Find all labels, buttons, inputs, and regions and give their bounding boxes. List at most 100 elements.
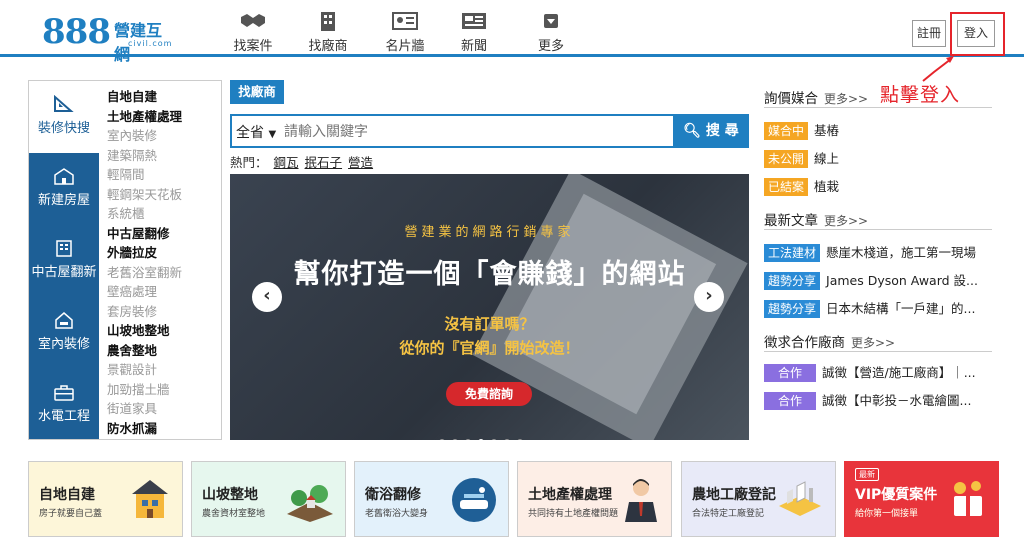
region-select-value: 全省 [236,125,264,141]
category-link[interactable]: 防水抓漏 [107,419,217,439]
carousel-dot[interactable] [465,439,471,440]
carousel-dot[interactable] [517,439,523,440]
category-link[interactable]: 系統櫃 [107,204,217,224]
category-link[interactable]: 室內裝修 [107,126,217,146]
handshake-icon [241,14,265,27]
category-link[interactable]: 輕隔間 [107,165,217,185]
tab-renovation[interactable]: 中古屋翻新 [29,225,99,297]
card-subtitle: 農舍資材室整地 [202,509,266,519]
keyword-input[interactable] [284,116,664,146]
tab-label: 裝修快搜 [37,121,90,136]
region-select[interactable]: 全省 ▼ [236,122,276,142]
hot-keyword-link[interactable]: 營造 [348,155,373,170]
tab-label: 室內裝修 [37,337,90,352]
card-title: 自地自建 [39,487,95,503]
nav-more[interactable]: 更多 [516,8,586,54]
carousel-dot[interactable] [439,439,445,440]
status-badge: 未公開 [764,150,809,168]
id-card-icon [392,12,418,30]
category-link[interactable]: 景觀設計 [107,360,217,380]
hot-keyword-link[interactable]: 鋼瓦 [274,155,299,170]
site-header: 888 營建互網 civil.com 找案件 找廠商 名片牆 新聞 更多 註冊 … [0,0,1024,64]
category-link[interactable]: 街道家具 [107,399,217,419]
dropdown-box-icon [544,14,558,28]
section-title: 徵求合作廠商 [764,335,845,351]
category-link[interactable]: 農舍整地 [107,341,217,361]
item-text: 植栽 [814,179,840,194]
card-hillside[interactable]: 山坡整地 農舍資材室整地 [191,461,346,537]
lawyer-icon [625,479,657,522]
list-item[interactable]: 已結案 植栽 [764,177,992,197]
card-subtitle: 合法特定工廠登記 [692,509,765,519]
hero-carousel[interactable]: 營建業的網路行銷專家 幫你打造一個「會賺錢」的網站 沒有訂單嗎？ 從你的『官網』開… [230,174,749,440]
nav-label: 找廠商 [308,39,348,54]
more-link[interactable]: 更多>> [824,92,868,106]
category-link[interactable]: 加勁擋土牆 [107,380,217,400]
category-link[interactable]: 自地自建 [107,87,217,107]
tab-plumbing[interactable]: 水電工程 [29,369,99,439]
list-item[interactable]: 未公開 線上 [764,149,992,169]
nav-label: 新聞 [460,39,487,54]
card-self-build[interactable]: 自地自建 房子就要自己蓋 [28,461,183,537]
free-consult-button[interactable]: 免費諮詢 [446,382,532,406]
hot-keywords: 熱門： 鋼瓦 抿石子 營造 [230,152,373,171]
carousel-dot[interactable] [504,439,510,440]
callout-arrow [922,56,954,82]
register-button[interactable]: 註冊 [912,20,946,47]
category-link[interactable]: 土地產權處理 [107,107,217,127]
card-title: VIP優質案件 [855,487,938,503]
tab-label: 水電工程 [37,409,90,424]
interior-icon [55,312,73,329]
carousel-next-button[interactable]: › [694,282,724,312]
banner-subtext: 沒有訂單嗎？ 從你的『官網』開始改造！ [230,312,749,360]
status-badge: 已結案 [764,178,809,196]
nav-find-cases[interactable]: 找案件 [218,8,288,54]
card-subtitle: 房子就要自己蓋 [39,509,103,519]
category-link[interactable]: 輕鋼架天花板 [107,185,217,205]
category-link[interactable]: 外牆拉皮 [107,243,217,263]
site-logo[interactable]: 888 營建互網 civil.com [42,10,177,64]
tab-find-vendors[interactable]: 找廠商 [230,80,284,104]
category-link[interactable]: 中古屋翻修 [107,224,217,244]
carousel-prev-button[interactable]: ‹ [252,282,282,312]
list-item[interactable]: 合作 誠徵【營造/施工廠商】｜... [764,363,992,383]
status-badge: 媒合中 [764,122,809,140]
nav-card-wall[interactable]: 名片牆 [370,8,440,54]
carousel-dot[interactable] [491,439,497,440]
nav-news[interactable]: 新聞 [439,8,509,54]
list-item[interactable]: 趨勢分享 James Dyson Award 設... [764,271,992,291]
nav-find-vendors[interactable]: 找廠商 [293,8,363,54]
tab-quick-search[interactable]: 裝修快搜 [29,81,99,153]
more-link[interactable]: 更多>> [824,214,868,228]
list-item[interactable]: 工法建材 懸崖木棧道，施工第一現場 [764,243,992,263]
tab-interior[interactable]: 室內裝修 [29,297,99,369]
search-button[interactable]: 🔍︎ 搜 尋 [673,114,749,148]
item-text: 誠徵【營造/施工廠商】｜... [822,365,976,380]
tab-new-house[interactable]: 新建房屋 [29,153,99,225]
list-item[interactable]: 合作 誠徵【中彰投－水電繪圖... [764,391,992,411]
nav-label: 名片牆 [385,39,425,54]
category-list: 自地自建 土地產權處理 室內裝修 建築隔熱 輕隔間 輕鋼架天花板 系統櫃 中古屋翻修 外牆拉皮老… [107,87,217,438]
card-land-rights[interactable]: 土地產權處理 共同持有土地產權問題 [517,461,672,537]
item-text: James Dyson Award 設... [826,273,978,288]
card-bathroom[interactable]: 衛浴翻修 老舊衛浴大變身 [354,461,509,537]
card-factory-registration[interactable]: 農地工廠登記 合法特定工廠登記 [681,461,836,537]
gift-icon [954,481,982,516]
list-item[interactable]: 媒合中 基樁 [764,121,992,141]
list-item[interactable]: 趨勢分享 日本木結構「一戶建」的... [764,299,992,319]
card-vip-cases[interactable]: 最新 VIP優質案件 給你第一個接單 [844,461,999,537]
hot-label: 熱門： [230,155,268,170]
item-text: 日本木結構「一戶建」的... [826,301,976,316]
category-link[interactable]: 山坡地整地 [107,321,217,341]
card-title: 土地產權處理 [528,487,612,503]
more-link[interactable]: 更多>> [851,336,895,350]
category-link[interactable]: 套房裝修 [107,302,217,322]
category-link[interactable]: 壁癌處理 [107,282,217,302]
nav-label: 找案件 [233,39,273,54]
tab-label: 中古屋翻新 [31,265,97,280]
category-link[interactable]: 建築隔熱 [107,146,217,166]
category-link[interactable]: 老舊浴室翻新 [107,263,217,283]
carousel-dot[interactable] [478,439,484,440]
hot-keyword-link[interactable]: 抿石子 [305,155,343,170]
carousel-dot[interactable] [452,439,458,440]
